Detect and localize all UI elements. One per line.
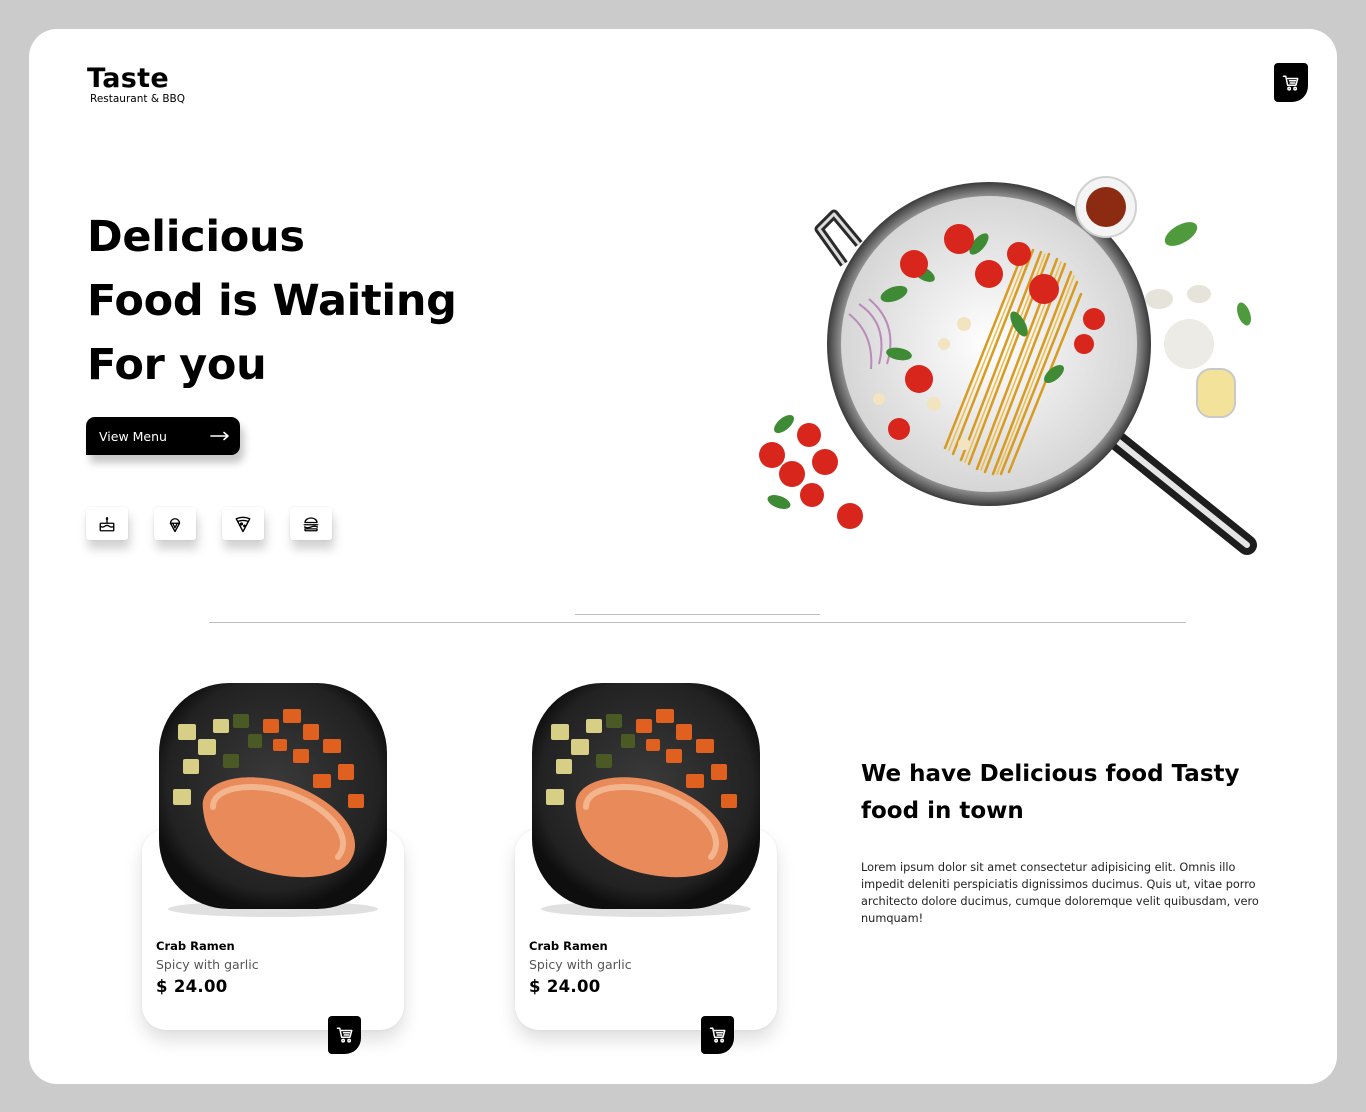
about-title: We have Delicious food Tasty food in tow… — [861, 761, 1240, 824]
hero-food-image — [759, 176, 1257, 555]
cart-icon — [1282, 75, 1299, 91]
about-text: Lorem ipsum dolor sit amet consectetur a… — [861, 861, 1259, 925]
product-card[interactable]: Crab Ramen Spicy with garlic $ 24.00 — [142, 683, 404, 1054]
product-price: $ 24.00 — [156, 977, 228, 996]
brand-logo[interactable]: Taste Restaurant & BBQ — [87, 63, 186, 106]
hero-title-line: Delicious — [87, 212, 305, 262]
pizza-icon — [235, 516, 251, 532]
product-price: $ 24.00 — [529, 977, 601, 996]
cart-button[interactable] — [1274, 63, 1308, 102]
product-card[interactable]: Crab Ramen Spicy with garlic $ 24.00 — [515, 683, 777, 1054]
product-name: Crab Ramen — [156, 939, 235, 953]
ice-cream-icon — [169, 517, 181, 532]
add-to-cart-button[interactable] — [701, 1016, 734, 1054]
divider — [575, 614, 820, 615]
brand-subtitle: Restaurant & BBQ — [90, 93, 186, 105]
divider — [209, 622, 1186, 623]
cart-icon — [709, 1027, 725, 1043]
category-burger[interactable] — [290, 507, 332, 540]
view-menu-button[interactable]: View Menu — [86, 417, 240, 455]
product-description: Spicy with garlic — [156, 957, 259, 972]
category-ice-cream[interactable] — [154, 507, 196, 540]
burger-icon — [303, 516, 319, 531]
hero-title-line: For you — [87, 340, 267, 390]
add-to-cart-button[interactable] — [328, 1016, 361, 1054]
product-description: Spicy with garlic — [529, 957, 632, 972]
product-name: Crab Ramen — [529, 939, 608, 953]
category-pizza[interactable] — [222, 507, 264, 540]
product-image — [532, 683, 760, 917]
cart-icon — [336, 1027, 352, 1043]
cake-icon — [99, 516, 115, 531]
category-list — [86, 507, 332, 540]
arrow-right-icon — [210, 431, 229, 441]
page-frame: Taste Restaurant & BBQ Delicious Food is… — [29, 29, 1337, 1084]
hero-title: Delicious Food is Waiting For you — [87, 205, 457, 397]
category-cake[interactable] — [86, 507, 128, 540]
product-image — [159, 683, 387, 917]
hero-title-line: Food is Waiting — [87, 276, 457, 326]
brand-name: Taste — [87, 63, 169, 94]
view-menu-label: View Menu — [99, 428, 167, 444]
